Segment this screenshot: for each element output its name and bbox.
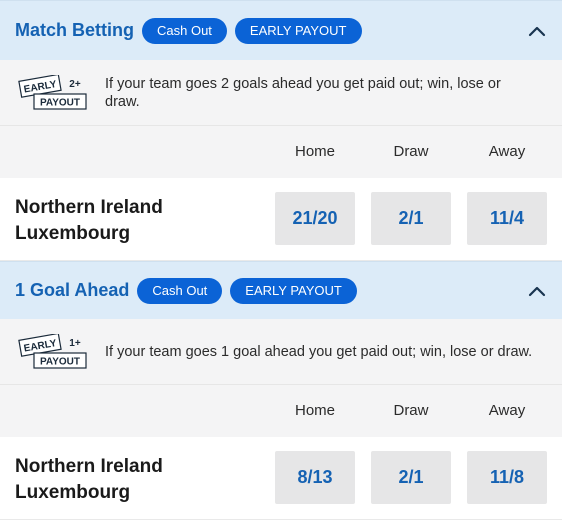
teams[interactable]: Northern Ireland Luxembourg — [15, 195, 163, 247]
column-home: Home — [294, 402, 335, 419]
early-payout-badge-icon: EARLY 1+ PAYOUT — [18, 333, 87, 369]
market-1-goal-ahead: 1 Goal Ahead Cash Out EARLY PAYOUT EARLY… — [0, 261, 562, 520]
event-row: Northern Ireland Luxembourg 8/13 2/1 11/… — [0, 437, 562, 520]
away-team: Luxembourg — [15, 482, 131, 503]
early-payout-badge-icon: EARLY 2+ PAYOUT — [18, 74, 87, 110]
market-title: Match Betting — [15, 20, 134, 40]
home-team: Northern Ireland — [15, 197, 163, 218]
column-home: Home — [294, 143, 335, 160]
chevron-up-icon[interactable] — [526, 280, 548, 302]
column-away: Away — [488, 402, 526, 419]
column-draw: Draw — [393, 402, 429, 419]
early-payout-badge[interactable]: EARLY PAYOUT — [230, 277, 357, 304]
promo-text: If your team goes 1 goal ahead you get p… — [105, 343, 533, 360]
column-away: Away — [488, 143, 526, 160]
svg-text:2+: 2+ — [69, 79, 81, 90]
svg-text:1+: 1+ — [69, 338, 81, 349]
odds-away-button[interactable]: 11/4 — [467, 192, 547, 245]
odds-home-button[interactable]: 21/20 — [275, 192, 355, 245]
chevron-up-icon[interactable] — [526, 20, 548, 42]
early-payout-promo: EARLY 1+ PAYOUT If your team goes 1 goal… — [0, 319, 562, 385]
market-title: 1 Goal Ahead — [15, 280, 130, 300]
odds-home-button[interactable]: 8/13 — [275, 451, 355, 504]
cash-out-badge[interactable]: Cash Out — [137, 277, 223, 304]
event-row: Northern Ireland Luxembourg 21/20 2/1 11… — [0, 178, 562, 261]
teams[interactable]: Northern Ireland Luxembourg — [15, 454, 163, 506]
promo-text: If your team goes 2 goals ahead you get … — [105, 75, 501, 110]
column-headers: Home Draw Away — [0, 126, 562, 178]
away-team: Luxembourg — [15, 223, 131, 244]
column-draw: Draw — [393, 143, 429, 160]
odds-away-button[interactable]: 11/8 — [467, 451, 547, 504]
market-header[interactable]: 1 Goal Ahead Cash Out EARLY PAYOUT — [0, 261, 562, 319]
market-match-betting: Match Betting Cash Out EARLY PAYOUT EARL… — [0, 0, 562, 261]
market-header[interactable]: Match Betting Cash Out EARLY PAYOUT — [0, 0, 562, 60]
svg-text:PAYOUT: PAYOUT — [40, 97, 80, 108]
svg-text:PAYOUT: PAYOUT — [40, 356, 80, 367]
odds-draw-button[interactable]: 2/1 — [371, 192, 451, 245]
column-headers: Home Draw Away — [0, 385, 562, 437]
early-payout-promo: EARLY 2+ PAYOUT If your team goes 2 goal… — [0, 60, 562, 126]
home-team: Northern Ireland — [15, 456, 163, 477]
cash-out-badge[interactable]: Cash Out — [142, 17, 227, 44]
odds-draw-button[interactable]: 2/1 — [371, 451, 451, 504]
early-payout-badge[interactable]: EARLY PAYOUT — [234, 17, 362, 44]
